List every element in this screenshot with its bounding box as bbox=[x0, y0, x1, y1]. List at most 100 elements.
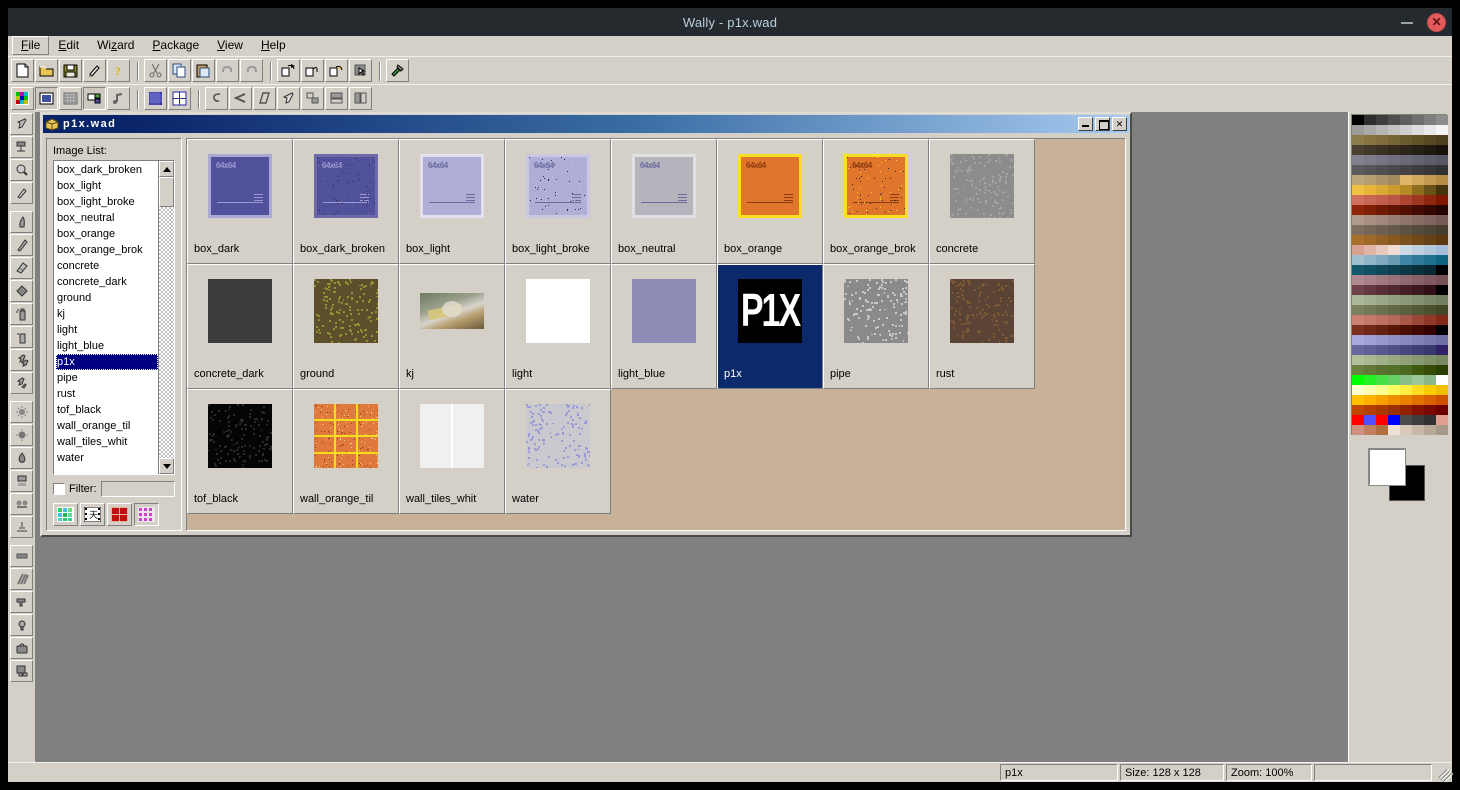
palette-swatch[interactable] bbox=[1424, 345, 1436, 355]
palette-swatch[interactable] bbox=[1364, 115, 1376, 125]
palette-swatch[interactable] bbox=[1412, 235, 1424, 245]
palette-swatch[interactable] bbox=[1352, 335, 1364, 345]
image-view-button[interactable] bbox=[35, 87, 58, 110]
palette-swatch[interactable] bbox=[1412, 135, 1424, 145]
image-list-item[interactable]: pipe bbox=[56, 370, 158, 386]
image-list-item[interactable]: wall_tiles_whit bbox=[56, 434, 158, 450]
image-list-item[interactable]: concrete_dark bbox=[56, 274, 158, 290]
palette-swatch[interactable] bbox=[1352, 235, 1364, 245]
palette-swatch[interactable] bbox=[1424, 235, 1436, 245]
tile-horizontal-button[interactable] bbox=[325, 87, 348, 110]
palette-swatch[interactable] bbox=[1400, 145, 1412, 155]
tool-crop[interactable] bbox=[10, 136, 33, 158]
copy-button[interactable] bbox=[168, 59, 191, 82]
palette-swatch[interactable] bbox=[1436, 425, 1448, 435]
palette-swatch[interactable] bbox=[1352, 255, 1364, 265]
palette-swatch[interactable] bbox=[1364, 235, 1376, 245]
image-list-item[interactable]: water bbox=[56, 450, 158, 466]
palette-swatch[interactable] bbox=[1412, 385, 1424, 395]
palette-swatch[interactable] bbox=[1412, 345, 1424, 355]
sound-button[interactable] bbox=[107, 87, 130, 110]
palette-swatch[interactable] bbox=[1424, 425, 1436, 435]
paste-button[interactable] bbox=[192, 59, 215, 82]
palette-swatch[interactable] bbox=[1436, 125, 1448, 135]
mip-view-button[interactable] bbox=[59, 87, 82, 110]
palette-swatch[interactable] bbox=[1424, 315, 1436, 325]
thumbnail-view-button[interactable] bbox=[83, 87, 106, 110]
palette-swatch[interactable] bbox=[1388, 165, 1400, 175]
palette-swatch[interactable] bbox=[1364, 135, 1376, 145]
palette-swatch[interactable] bbox=[1352, 115, 1364, 125]
palette-swatch[interactable] bbox=[1400, 155, 1412, 165]
palette-swatch[interactable] bbox=[1436, 195, 1448, 205]
tool-blur[interactable] bbox=[10, 493, 33, 515]
menu-item-package[interactable]: Package bbox=[143, 36, 208, 55]
palette-swatch[interactable] bbox=[1388, 135, 1400, 145]
color-palette[interactable] bbox=[1351, 114, 1448, 435]
palette-swatch[interactable] bbox=[1376, 375, 1388, 385]
image-list-item[interactable]: concrete bbox=[56, 258, 158, 274]
palette-swatch[interactable] bbox=[1376, 385, 1388, 395]
palette-swatch[interactable] bbox=[1364, 205, 1376, 215]
palette-swatch[interactable] bbox=[1376, 275, 1388, 285]
tool-clone[interactable] bbox=[10, 349, 33, 371]
palette-swatch[interactable] bbox=[1424, 405, 1436, 415]
palette-swatch[interactable] bbox=[1424, 185, 1436, 195]
palette-swatch[interactable] bbox=[1388, 425, 1400, 435]
palette-swatch[interactable] bbox=[1436, 395, 1448, 405]
palette-swatch[interactable] bbox=[1388, 375, 1400, 385]
palette-swatch[interactable] bbox=[1412, 375, 1424, 385]
palette-swatch[interactable] bbox=[1352, 165, 1364, 175]
menu-item-edit[interactable]: Edit bbox=[49, 36, 88, 55]
scroll-down-button[interactable] bbox=[159, 458, 174, 474]
palette-swatch[interactable] bbox=[1400, 285, 1412, 295]
palette-swatch[interactable] bbox=[1436, 315, 1448, 325]
thumbnail-cell[interactable]: 64x64 box_orange bbox=[717, 139, 823, 264]
filter-input[interactable] bbox=[100, 481, 175, 497]
open-file-button[interactable] bbox=[35, 59, 58, 82]
palette-swatch[interactable] bbox=[1436, 225, 1448, 235]
palette-swatch[interactable] bbox=[1388, 335, 1400, 345]
palette-swatch[interactable] bbox=[1400, 315, 1412, 325]
palette-swatch[interactable] bbox=[1388, 405, 1400, 415]
thumbnail-cell[interactable]: pipe bbox=[823, 264, 929, 389]
scroll-track[interactable] bbox=[159, 177, 174, 458]
palette-swatch[interactable] bbox=[1400, 325, 1412, 335]
palette-swatch[interactable] bbox=[1352, 345, 1364, 355]
select-all-button[interactable] bbox=[349, 59, 372, 82]
palette-swatch[interactable] bbox=[1352, 295, 1364, 305]
palette-swatch[interactable] bbox=[1400, 115, 1412, 125]
thumbnail-cell[interactable]: kj bbox=[399, 264, 505, 389]
palette-swatch[interactable] bbox=[1364, 285, 1376, 295]
palette-swatch[interactable] bbox=[1436, 155, 1448, 165]
palette-swatch[interactable] bbox=[1364, 385, 1376, 395]
palette-swatch[interactable] bbox=[1364, 345, 1376, 355]
palette-swatch[interactable] bbox=[1436, 145, 1448, 155]
palette-swatch[interactable] bbox=[1388, 175, 1400, 185]
flip-button[interactable] bbox=[301, 59, 324, 82]
palette-swatch[interactable] bbox=[1400, 305, 1412, 315]
palette-swatch[interactable] bbox=[1388, 195, 1400, 205]
grid-coarse-button[interactable] bbox=[168, 87, 191, 110]
palette-swatch[interactable] bbox=[1424, 125, 1436, 135]
child-maximize-button[interactable] bbox=[1095, 117, 1110, 131]
rotate-button[interactable] bbox=[277, 59, 300, 82]
palette-swatch[interactable] bbox=[1364, 265, 1376, 275]
palette-swatch[interactable] bbox=[1388, 125, 1400, 135]
palette-swatch[interactable] bbox=[1436, 175, 1448, 185]
thumbnail-cell[interactable]: wall_tiles_whit bbox=[399, 389, 505, 514]
palette-swatch[interactable] bbox=[1388, 295, 1400, 305]
palette-swatch[interactable] bbox=[1364, 255, 1376, 265]
palette-swatch[interactable] bbox=[1412, 215, 1424, 225]
tool-warp[interactable] bbox=[10, 591, 33, 613]
save-file-button[interactable] bbox=[59, 59, 82, 82]
palette-swatch[interactable] bbox=[1436, 135, 1448, 145]
print-button[interactable] bbox=[83, 59, 106, 82]
palette-swatch[interactable] bbox=[1412, 365, 1424, 375]
palette-swatch[interactable] bbox=[1388, 265, 1400, 275]
palette-swatch[interactable] bbox=[1364, 295, 1376, 305]
palette-swatch[interactable] bbox=[1352, 325, 1364, 335]
image-list-item[interactable]: box_neutral bbox=[56, 210, 158, 226]
palette-swatch[interactable] bbox=[1352, 425, 1364, 435]
palette-swatch[interactable] bbox=[1364, 225, 1376, 235]
